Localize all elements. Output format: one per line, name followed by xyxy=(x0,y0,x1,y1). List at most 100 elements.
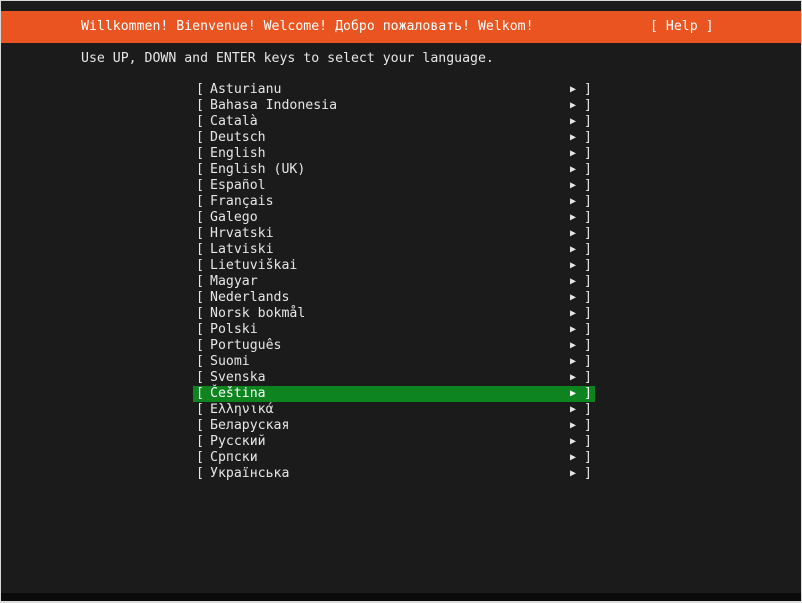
language-item[interactable]: [Español ▶] xyxy=(193,178,595,194)
language-label: Čeština xyxy=(210,386,266,401)
submenu-arrow-icon: ▶ xyxy=(570,420,577,431)
submenu-arrow-icon: ▶ xyxy=(570,196,577,207)
language-item[interactable]: [Svenska ▶] xyxy=(193,370,595,386)
open-bracket: [ xyxy=(196,290,204,305)
language-item[interactable]: [Српски ▶] xyxy=(193,450,595,466)
language-label: Galego xyxy=(210,210,258,225)
language-item[interactable]: [ Polski ▶] xyxy=(193,322,595,338)
submenu-arrow-icon: ▶ xyxy=(570,388,577,399)
language-item[interactable]: [ Bahasa Indonesia ▶] xyxy=(193,98,595,114)
close-bracket: ] xyxy=(584,82,592,97)
close-bracket: ] xyxy=(584,258,592,273)
language-label: Polski xyxy=(210,322,258,337)
open-bracket: [ xyxy=(196,146,204,161)
language-item[interactable]: [Hrvatski ▶] xyxy=(193,226,595,242)
open-bracket: [ xyxy=(196,98,204,113)
language-item[interactable]: [English (UK) ▶] xyxy=(193,162,595,178)
close-bracket: ] xyxy=(584,466,592,481)
close-bracket: ] xyxy=(584,322,592,337)
header-bar: Willkommen! Bienvenue! Welcome! Добро по… xyxy=(1,11,801,43)
submenu-arrow-icon: ▶ xyxy=(570,452,577,463)
close-bracket: ] xyxy=(584,418,592,433)
close-bracket: ] xyxy=(584,242,592,257)
language-label: Français xyxy=(210,194,274,209)
open-bracket: [ xyxy=(196,418,204,433)
submenu-arrow-icon: ▶ xyxy=(570,404,577,415)
language-item[interactable]: [Русский ▶] xyxy=(193,434,595,450)
open-bracket: [ xyxy=(196,114,204,129)
submenu-arrow-icon: ▶ xyxy=(570,324,577,335)
open-bracket: [ xyxy=(196,194,204,209)
close-bracket: ] xyxy=(584,450,592,465)
language-item[interactable]: [English ▶] xyxy=(193,146,595,162)
close-bracket: ] xyxy=(584,386,592,401)
submenu-arrow-icon: ▶ xyxy=(570,308,577,319)
close-bracket: ] xyxy=(584,226,592,241)
language-item[interactable]: [Português ▶] xyxy=(193,338,595,354)
submenu-arrow-icon: ▶ xyxy=(570,100,577,111)
close-bracket: ] xyxy=(584,130,592,145)
submenu-arrow-icon: ▶ xyxy=(570,244,577,255)
language-item[interactable]: [Latviski ▶] xyxy=(193,242,595,258)
language-item[interactable]: [Suomi ▶] xyxy=(193,354,595,370)
language-item[interactable]: [Norsk bokmål ▶] xyxy=(193,306,595,322)
open-bracket: [ xyxy=(196,466,204,481)
language-label: Ελληνικά xyxy=(210,402,274,417)
close-bracket: ] xyxy=(584,146,592,161)
language-item[interactable]: [Lietuviškai ▶] xyxy=(193,258,595,274)
open-bracket: [ xyxy=(196,226,204,241)
open-bracket: [ xyxy=(196,162,204,177)
submenu-arrow-icon: ▶ xyxy=(570,212,577,223)
submenu-arrow-icon: ▶ xyxy=(570,180,577,191)
open-bracket: [ xyxy=(196,322,204,337)
language-item[interactable]: [Čeština ▶] xyxy=(193,386,595,402)
language-label: Suomi xyxy=(210,354,250,369)
language-item[interactable]: [ Français ▶] xyxy=(193,194,595,210)
language-label: Català xyxy=(210,114,258,129)
language-item[interactable]: [Deutsch ▶] xyxy=(193,130,595,146)
help-button[interactable]: [ Help ] xyxy=(650,19,714,35)
open-bracket: [ xyxy=(196,306,204,321)
language-item[interactable]: [Català ▶] xyxy=(193,114,595,130)
submenu-arrow-icon: ▶ xyxy=(570,356,577,367)
open-bracket: [ xyxy=(196,402,204,417)
language-item[interactable]: [ Українська ▶] xyxy=(193,466,595,482)
open-bracket: [ xyxy=(196,258,204,273)
language-label: Українська xyxy=(210,466,290,481)
open-bracket: [ xyxy=(196,82,204,97)
language-item[interactable]: [ Galego ▶] xyxy=(193,210,595,226)
close-bracket: ] xyxy=(584,274,592,289)
submenu-arrow-icon: ▶ xyxy=(570,468,577,479)
language-label: Nederlands xyxy=(210,290,290,305)
open-bracket: [ xyxy=(196,354,204,369)
close-bracket: ] xyxy=(584,402,592,417)
close-bracket: ] xyxy=(584,114,592,129)
submenu-arrow-icon: ▶ xyxy=(570,148,577,159)
language-item[interactable]: [Nederlands ▶] xyxy=(193,290,595,306)
language-item[interactable]: [ Ελληνικά ▶] xyxy=(193,402,595,418)
submenu-arrow-icon: ▶ xyxy=(570,164,577,175)
language-item[interactable]: [Magyar ▶] xyxy=(193,274,595,290)
close-bracket: ] xyxy=(584,194,592,209)
language-label: Hrvatski xyxy=(210,226,274,241)
language-label: Português xyxy=(210,338,282,353)
language-item[interactable]: [Asturianu ▶] xyxy=(193,82,595,98)
language-label: Español xyxy=(210,178,266,193)
language-label: Asturianu xyxy=(210,82,282,97)
language-label: Svenska xyxy=(210,370,266,385)
submenu-arrow-icon: ▶ xyxy=(570,276,577,287)
language-label: Lietuviškai xyxy=(210,258,298,273)
close-bracket: ] xyxy=(584,210,592,225)
language-item[interactable]: [ Беларуская ▶] xyxy=(193,418,595,434)
language-label: Bahasa Indonesia xyxy=(210,98,338,113)
submenu-arrow-icon: ▶ xyxy=(570,132,577,143)
open-bracket: [ xyxy=(196,274,204,289)
close-bracket: ] xyxy=(584,338,592,353)
close-bracket: ] xyxy=(584,434,592,449)
language-label: Русский xyxy=(210,434,266,449)
open-bracket: [ xyxy=(196,450,204,465)
close-bracket: ] xyxy=(584,98,592,113)
close-bracket: ] xyxy=(584,370,592,385)
open-bracket: [ xyxy=(196,210,204,225)
language-label: Беларуская xyxy=(210,418,290,433)
